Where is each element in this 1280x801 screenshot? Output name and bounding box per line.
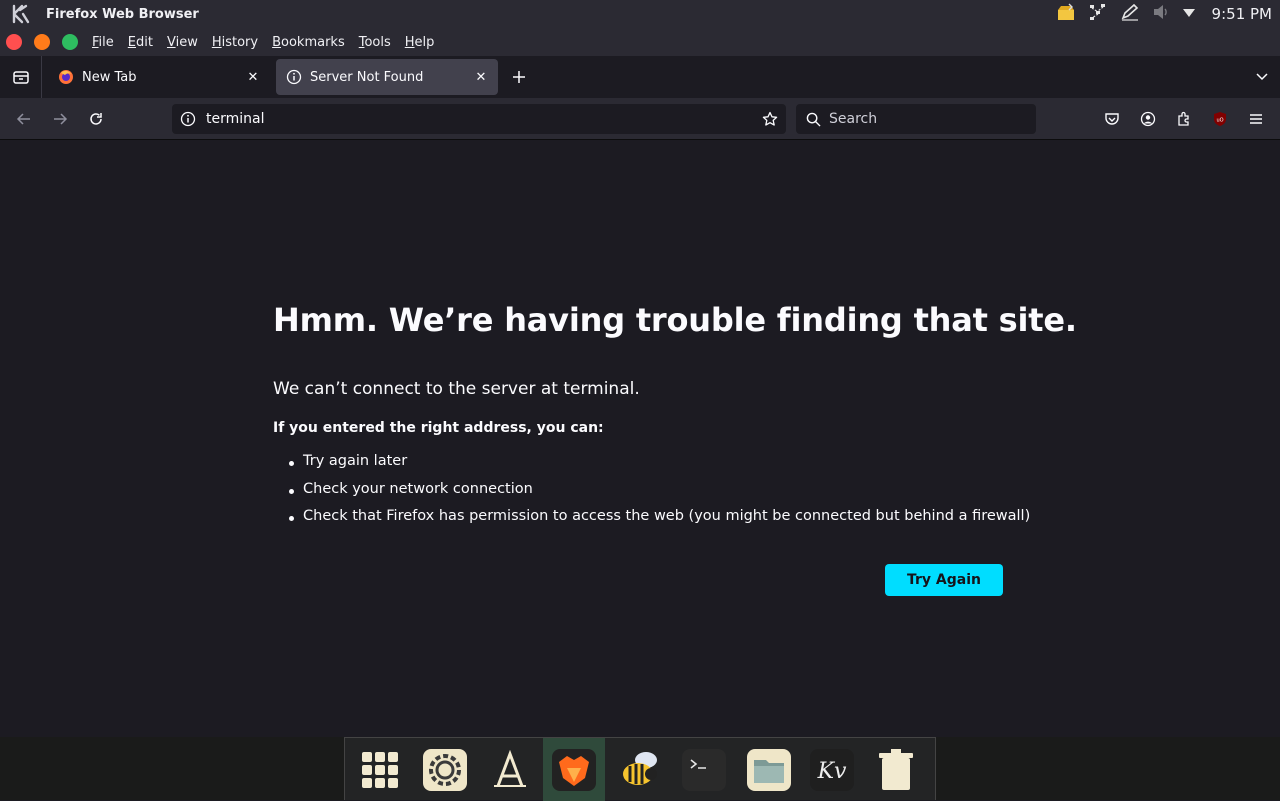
tab-label: New Tab	[82, 69, 137, 85]
back-button[interactable]	[12, 107, 36, 131]
files-icon[interactable]	[738, 738, 800, 801]
suggestion-list: Try again later Check your network conne…	[289, 453, 1030, 536]
menu-file[interactable]: File	[92, 35, 114, 50]
maximize-window-button[interactable]	[62, 34, 78, 50]
svg-text:uO: uO	[1216, 118, 1223, 124]
menu-items: File Edit View History Bookmarks Tools H…	[92, 35, 448, 50]
volume-muted-icon[interactable]	[1152, 3, 1170, 25]
close-window-button[interactable]	[6, 34, 22, 50]
pen-icon[interactable]	[1120, 3, 1140, 25]
firefox-dock-icon[interactable]	[543, 738, 605, 801]
chevron-down-icon	[1256, 73, 1268, 81]
search-input[interactable]: Search	[796, 104, 1036, 134]
tab-new-tab[interactable]: New Tab ✕	[48, 59, 270, 95]
forward-arrow-icon	[54, 113, 68, 125]
tab-server-not-found[interactable]: Server Not Found ✕	[276, 59, 498, 95]
search-placeholder: Search	[829, 111, 878, 127]
menu-view[interactable]: View	[167, 35, 198, 50]
font-app-icon[interactable]	[479, 738, 541, 801]
new-tab-button[interactable]	[504, 62, 534, 92]
account-button[interactable]	[1136, 107, 1160, 131]
forward-button[interactable]	[48, 107, 72, 131]
app-grid-icon[interactable]	[349, 738, 411, 801]
bee-app-icon[interactable]	[608, 738, 670, 801]
kv-app-icon[interactable]: Kv	[801, 738, 863, 801]
pocket-button[interactable]	[1100, 107, 1124, 131]
pocket-icon	[1105, 113, 1119, 125]
package-updates-icon[interactable]	[1056, 3, 1076, 25]
menu-bookmarks[interactable]: Bookmarks	[272, 35, 345, 50]
firefox-icon	[58, 69, 74, 85]
close-icon[interactable]: ✕	[472, 68, 490, 86]
system-tray: 9:51 PM	[1056, 0, 1272, 28]
error-title: Hmm. We’re having trouble finding that s…	[273, 301, 1077, 339]
url-bar[interactable]: terminal	[172, 104, 786, 134]
list-item: Try again later	[289, 453, 1030, 481]
svg-text:Kv: Kv	[817, 759, 847, 784]
search-icon	[806, 112, 821, 127]
menu-help[interactable]: Help	[405, 35, 435, 50]
firefox-view-icon	[12, 71, 29, 84]
extensions-button[interactable]	[1172, 107, 1196, 131]
list-all-tabs-button[interactable]	[1254, 68, 1270, 88]
active-app-title: Firefox Web Browser	[46, 6, 199, 22]
error-description: We can’t connect to the server at termin…	[273, 379, 640, 399]
menu-tools[interactable]: Tools	[359, 35, 391, 50]
network-icon[interactable]	[1088, 3, 1108, 25]
settings-icon[interactable]	[414, 738, 476, 801]
bookmark-star-icon[interactable]	[762, 111, 778, 131]
account-icon	[1140, 111, 1156, 127]
list-item: Check that Firefox has permission to acc…	[289, 508, 1030, 536]
kde-launcher-icon[interactable]	[10, 3, 32, 25]
menu-history[interactable]: History	[212, 35, 258, 50]
menubar: File Edit View History Bookmarks Tools H…	[0, 28, 1280, 56]
try-again-button[interactable]: Try Again	[885, 564, 1003, 596]
app-menu-button[interactable]	[1244, 107, 1268, 131]
reload-icon	[90, 113, 102, 125]
firefox-view-button[interactable]	[0, 56, 42, 98]
minimize-window-button[interactable]	[34, 34, 50, 50]
back-arrow-icon	[16, 113, 30, 125]
hamburger-menu-icon	[1250, 114, 1262, 124]
page-content: Hmm. We’re having trouble finding that s…	[0, 141, 1280, 737]
tab-strip: New Tab ✕ Server Not Found ✕	[0, 56, 1280, 98]
reload-button[interactable]	[84, 107, 108, 131]
dock: Kv	[344, 737, 936, 801]
system-top-bar: Firefox Web Browser 9:51 PM	[0, 0, 1280, 28]
close-icon[interactable]: ✕	[244, 68, 262, 86]
menu-edit[interactable]: Edit	[128, 35, 153, 50]
list-item: Check your network connection	[289, 481, 1030, 509]
ublock-button[interactable]: uO	[1208, 107, 1232, 131]
clock[interactable]: 9:51 PM	[1212, 5, 1272, 23]
plus-icon	[513, 71, 525, 83]
dropdown-arrow-icon[interactable]	[1182, 5, 1196, 24]
terminal-icon[interactable]	[673, 738, 735, 801]
puzzle-icon	[1178, 111, 1189, 126]
site-info-icon[interactable]	[180, 111, 196, 127]
info-icon	[286, 69, 302, 85]
url-text[interactable]: terminal	[206, 111, 264, 127]
tab-label: Server Not Found	[310, 69, 424, 85]
ublock-shield-icon: uO	[1214, 112, 1226, 126]
trash-icon[interactable]	[865, 738, 927, 801]
error-subtitle: If you entered the right address, you ca…	[273, 420, 604, 436]
